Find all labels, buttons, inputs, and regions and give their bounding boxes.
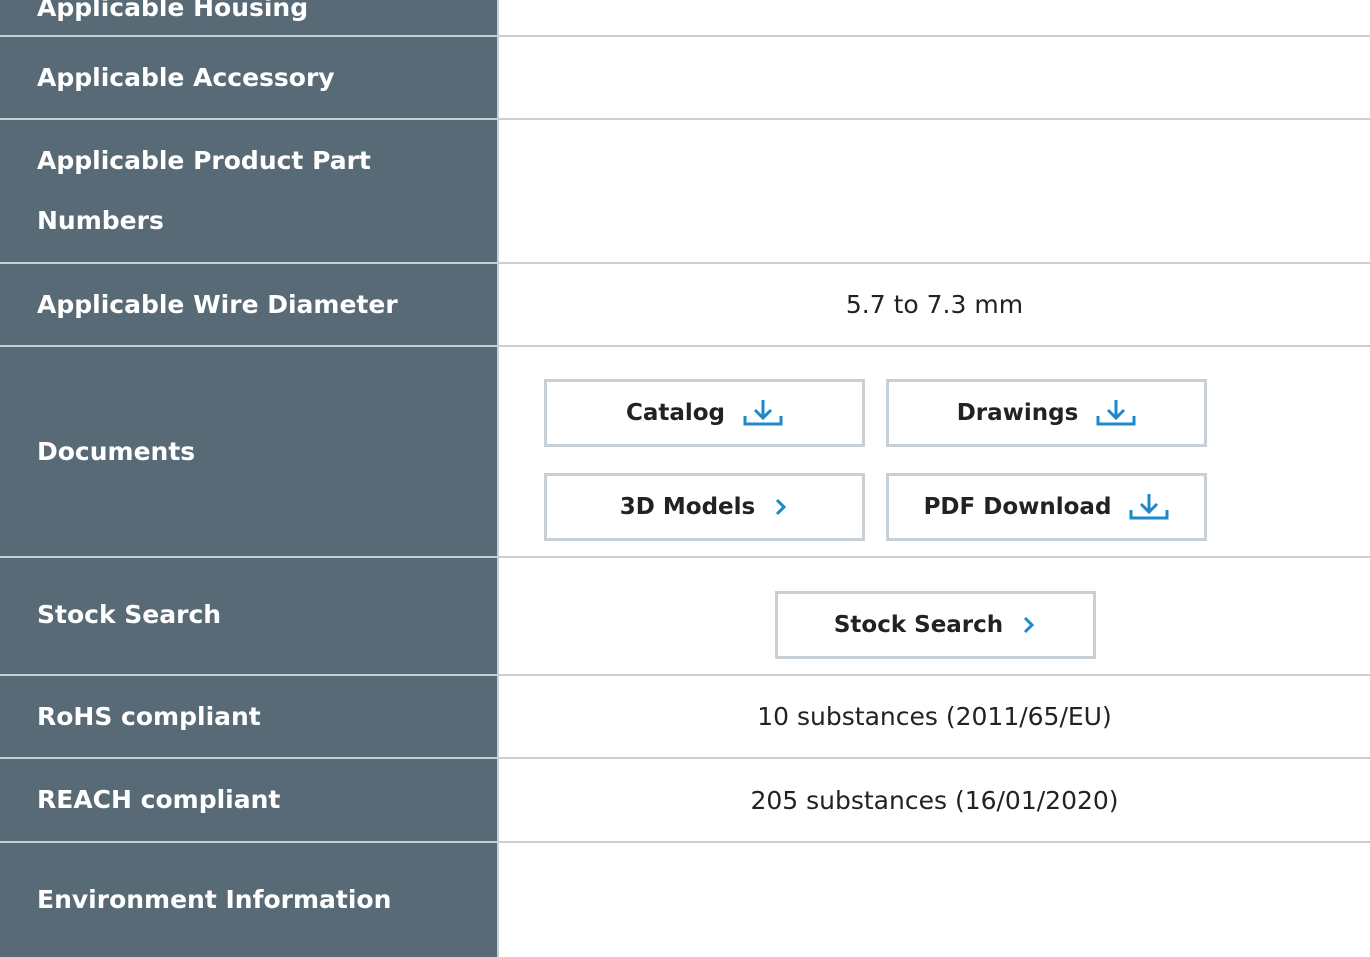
row-label: Applicable Wire Diameter [0,264,497,345]
3d-models-button[interactable]: 3D Models [544,473,865,541]
row-label: Documents [0,347,497,556]
rohs-value: 10 substances (2011/65/EU) [499,676,1370,757]
row-label-text: RoHS compliant [37,701,261,731]
stock-search-button[interactable]: Stock Search [775,591,1096,659]
row-label-text: Environment Information [37,885,392,914]
row-label-text: Applicable Accessory [37,62,335,92]
row-applicable-product-part-numbers: Applicable Product Part Numbers [0,120,1370,262]
row-applicable-accessory: Applicable Accessory [0,37,1370,118]
pdf-download-button[interactable]: PDF Download [886,473,1207,541]
3d-models-button-label: 3D Models [619,494,756,520]
row-value [499,120,1370,262]
row-reach-compliant: REACH compliant 205 substances (16/01/20… [0,759,1370,841]
reach-value: 205 substances (16/01/2020) [499,759,1370,841]
row-label-text: REACH compliant [37,785,281,814]
row-value: Stock Search [499,558,1370,674]
stock-search-button-label: Stock Search [833,612,1004,638]
chevron-right-icon [1021,615,1037,635]
download-icon [1096,398,1136,428]
row-applicable-housing: Applicable Housing [0,0,1370,36]
row-value: Catalog Drawings 3D Models PDF Download [499,347,1370,556]
row-label-text-line2: Numbers [37,206,164,235]
spec-table: Applicable Housing Applicable Accessory … [0,0,1370,957]
row-applicable-wire-diameter: Applicable Wire Diameter 5.7 to 7.3 mm [0,264,1370,345]
row-environment-information: Environment Information [0,843,1370,957]
download-icon [1129,492,1169,522]
row-label-text: Applicable Wire Diameter [37,289,398,319]
download-icon [743,398,783,428]
row-value [499,843,1370,957]
drawings-button-label: Drawings [956,400,1079,426]
row-label: REACH compliant [0,759,497,841]
row-label: Applicable Accessory [0,37,497,118]
column-separator [497,0,499,957]
row-label: Applicable Housing [0,0,497,36]
drawings-button[interactable]: Drawings [886,379,1207,447]
chevron-right-icon [773,497,789,517]
row-documents: Documents Catalog Drawings 3D Models PDF… [0,347,1370,556]
wire-diameter-value: 5.7 to 7.3 mm [499,264,1370,345]
row-label-text-line1: Applicable Product Part [37,146,371,175]
row-value [499,37,1370,118]
row-label: RoHS compliant [0,676,497,757]
row-label: Applicable Product Part Numbers [0,120,497,262]
row-stock-search: Stock Search Stock Search [0,558,1370,674]
catalog-button[interactable]: Catalog [544,379,865,447]
row-label-text: Stock Search [37,600,222,629]
row-label: Environment Information [0,843,497,957]
row-label-text: Documents [37,436,196,466]
row-rohs-compliant: RoHS compliant 10 substances (2011/65/EU… [0,676,1370,757]
row-label-text: Applicable Housing [37,0,309,22]
pdf-download-button-label: PDF Download [923,494,1112,520]
catalog-button-label: Catalog [625,400,726,426]
row-label: Stock Search [0,558,497,674]
row-value [499,0,1370,36]
